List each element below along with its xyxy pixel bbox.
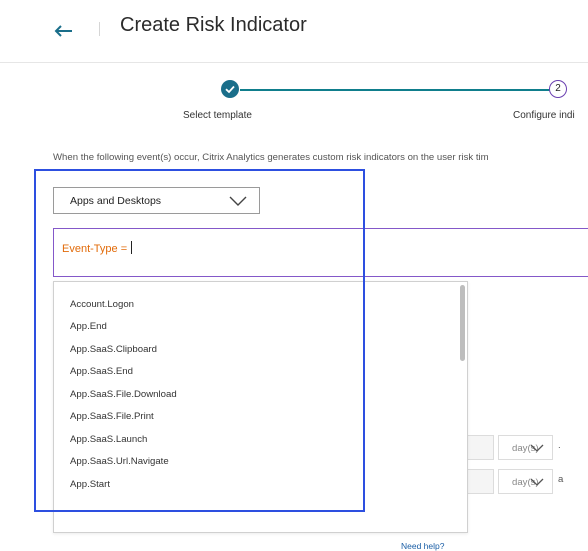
chevron-down-icon — [229, 196, 247, 206]
checkmark-icon — [225, 85, 235, 94]
row-2-value-input[interactable] — [466, 469, 494, 494]
text-caret — [131, 241, 133, 254]
chevron-down-icon — [530, 478, 544, 486]
row-1-value-input[interactable] — [466, 435, 494, 460]
event-type-dropdown[interactable]: Account.Logon App.End App.SaaS.Clipboard… — [53, 281, 468, 551]
instruction-text: When the following event(s) occur, Citri… — [53, 152, 489, 163]
row-1-suffix: . — [558, 440, 561, 451]
step-1-label: Select template — [183, 110, 252, 121]
query-input[interactable]: Event-Type = — [53, 228, 588, 277]
row-2-unit-select[interactable]: day(s) — [498, 469, 553, 494]
query-text-wrap: Event-Type = — [62, 241, 133, 255]
query-text: Event-Type = — [62, 243, 131, 255]
row-1-unit-select[interactable]: day(s) — [498, 435, 553, 460]
dropdown-scrollbar[interactable] — [460, 285, 465, 361]
stepper-line — [240, 89, 550, 91]
list-item[interactable]: Account.Logon — [70, 299, 134, 310]
datasource-select[interactable]: Apps and Desktops — [53, 187, 260, 214]
need-help-link[interactable]: Need help? — [401, 541, 444, 551]
list-item[interactable]: App.SaaS.Url.Navigate — [70, 456, 169, 467]
list-item[interactable]: App.SaaS.File.Download — [70, 389, 177, 400]
list-item[interactable]: App.SaaS.Clipboard — [70, 344, 157, 355]
list-item[interactable]: App.SaaS.File.Print — [70, 411, 154, 422]
step-1-complete — [221, 80, 239, 98]
list-item[interactable]: App.SaaS.Launch — [70, 434, 147, 445]
list-item[interactable]: App.SaaS.End — [70, 366, 133, 377]
header-divider — [99, 22, 100, 36]
datasource-select-value: Apps and Desktops — [70, 195, 162, 207]
chevron-down-icon — [530, 444, 544, 452]
page-title: Create Risk Indicator — [120, 14, 307, 36]
back-arrow-icon[interactable] — [52, 18, 74, 38]
header-rule — [0, 62, 588, 63]
list-item[interactable]: App.End — [70, 321, 107, 332]
row-2-suffix: a — [558, 474, 564, 485]
step-2-label: Configure indi — [513, 110, 575, 121]
list-item[interactable]: App.Start — [70, 479, 110, 490]
step-2-active: 2 — [549, 80, 567, 98]
